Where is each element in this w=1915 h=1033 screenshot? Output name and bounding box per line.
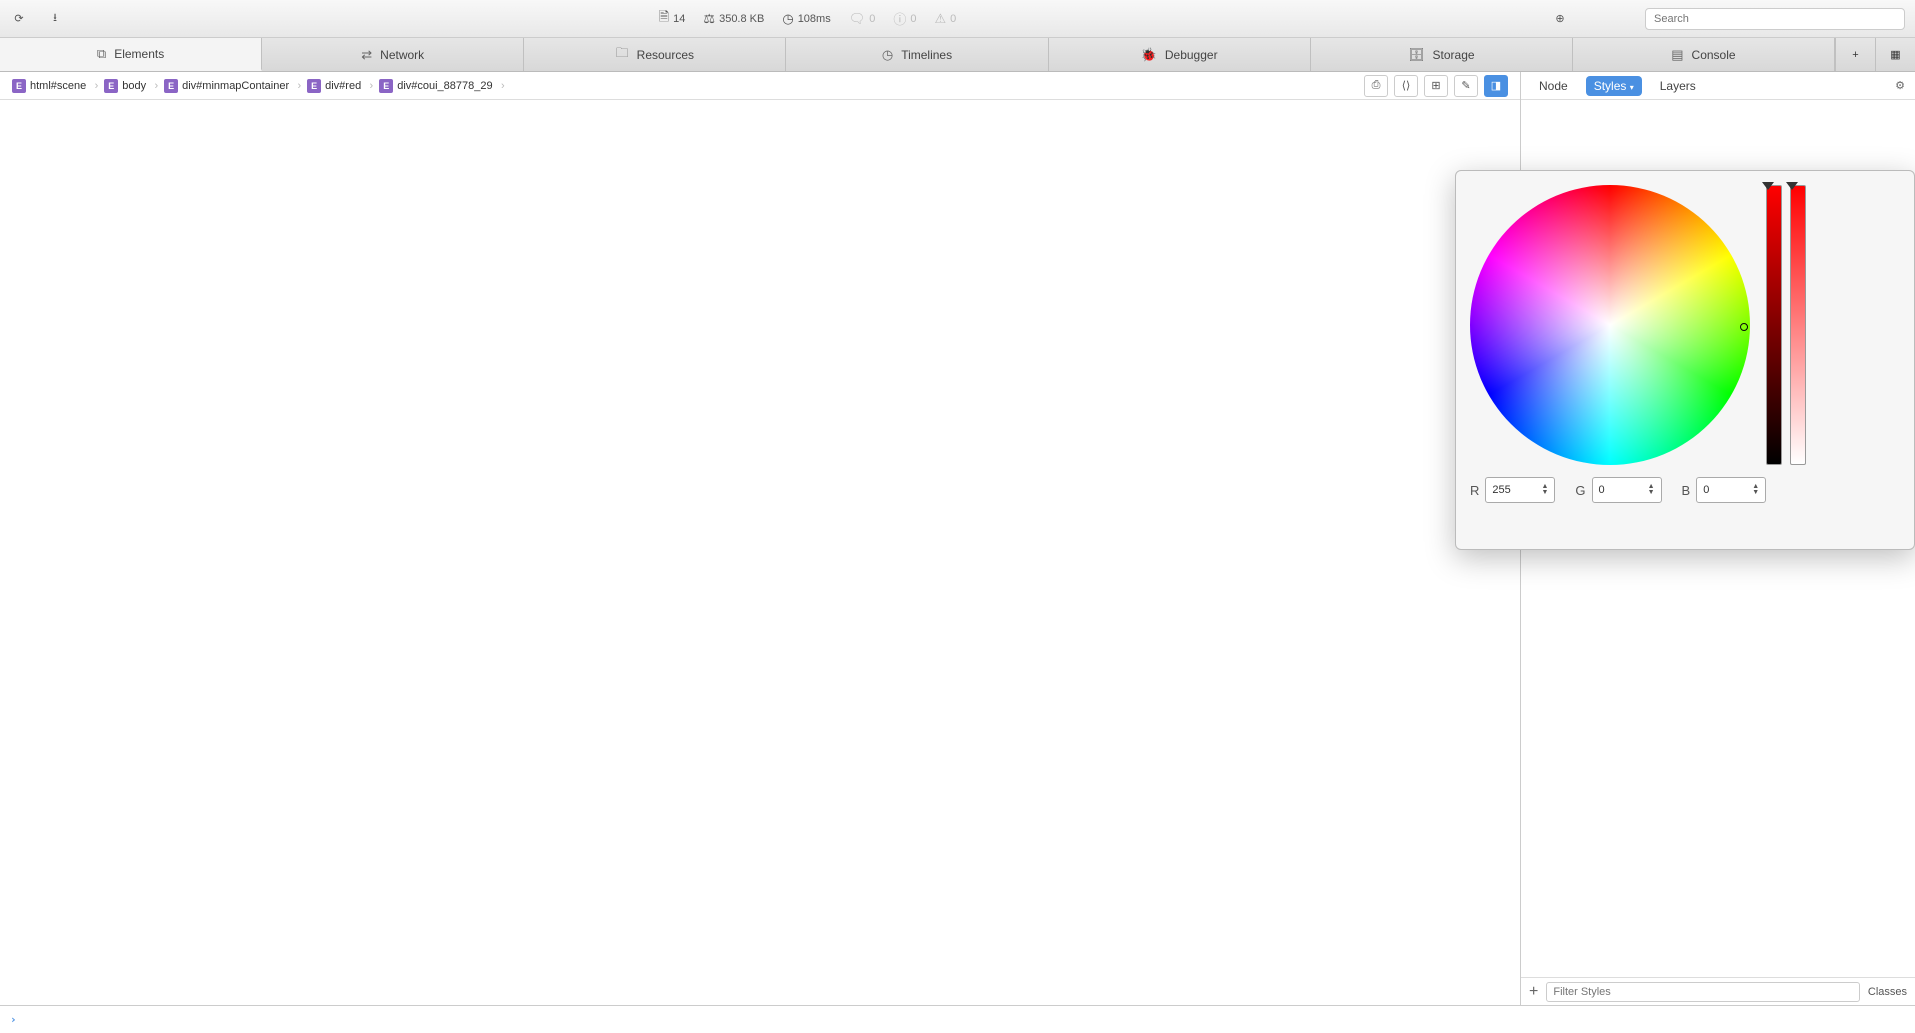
breadcrumb: Ehtml#scene Ebody Ediv#minmapContainer E… xyxy=(0,72,1520,100)
add-rule-button[interactable]: + xyxy=(1529,983,1538,1001)
elements-pane: Ehtml#scene Ebody Ediv#minmapContainer E… xyxy=(0,72,1520,1005)
tab-console[interactable]: ▤Console xyxy=(1573,38,1835,71)
filter-styles-input[interactable] xyxy=(1546,982,1860,1002)
r-label: R xyxy=(1470,483,1479,498)
color-wheel[interactable] xyxy=(1470,185,1750,465)
doc-count: 🗎14 xyxy=(659,8,686,30)
crumb-html[interactable]: Ehtml#scene xyxy=(6,77,96,95)
load-time: ◷108ms xyxy=(782,11,830,27)
tab-resources[interactable]: 🗀Resources xyxy=(524,38,786,71)
search-input[interactable] xyxy=(1645,8,1905,30)
tab-storage[interactable]: 🗄Storage xyxy=(1311,38,1573,71)
opacity-slider[interactable] xyxy=(1790,185,1806,465)
sidetab-node[interactable]: Node xyxy=(1531,76,1576,96)
crumb-circle[interactable]: Ediv#coui_88778_29 xyxy=(373,77,502,95)
download-icon[interactable]: ⭳ xyxy=(46,10,64,28)
tab-elements[interactable]: ⧉Elements xyxy=(0,38,262,71)
brightness-slider[interactable] xyxy=(1766,185,1782,465)
r-input[interactable]: 255▲▼ xyxy=(1485,477,1555,503)
g-label: G xyxy=(1575,483,1585,498)
grid-icon[interactable]: ⊞ xyxy=(1424,75,1448,97)
g-input[interactable]: 0▲▼ xyxy=(1592,477,1662,503)
panel-tabs: ⧉Elements ⇄Network 🗀Resources ◷Timelines… xyxy=(0,38,1915,72)
tabs-menu-button[interactable]: ▦ xyxy=(1875,38,1915,71)
code-icon[interactable]: ⟨⟩ xyxy=(1394,75,1418,97)
inspect-icon[interactable]: ⊕ xyxy=(1551,10,1569,28)
color-picker[interactable]: R 255▲▼ G 0▲▼ B 0▲▼ xyxy=(1455,170,1915,550)
b-input[interactable]: 0▲▼ xyxy=(1696,477,1766,503)
print-icon[interactable]: ⎙ xyxy=(1364,75,1388,97)
tab-timelines[interactable]: ◷Timelines xyxy=(786,38,1048,71)
crumb-minmap[interactable]: Ediv#minmapContainer xyxy=(158,77,299,95)
dom-tree[interactable] xyxy=(0,100,1520,1005)
sidetab-styles[interactable]: Styles ▾ xyxy=(1586,76,1642,96)
classes-button[interactable]: Classes xyxy=(1868,986,1907,998)
brush-icon[interactable]: ✎ xyxy=(1454,75,1478,97)
reload-icon[interactable]: ⟳ xyxy=(10,10,28,28)
b-label: B xyxy=(1682,483,1691,498)
crumb-red[interactable]: Ediv#red xyxy=(301,77,371,95)
gear-icon[interactable]: ⚙ xyxy=(1895,79,1905,92)
crumb-body[interactable]: Ebody xyxy=(98,77,156,95)
add-tab-button[interactable]: + xyxy=(1835,38,1875,71)
console-prompt[interactable]: › xyxy=(0,1005,1915,1033)
log-count: 🗨0 xyxy=(849,11,876,27)
sidetab-layers[interactable]: Layers xyxy=(1652,76,1704,96)
transfer-size: ⚖350.8 KB xyxy=(703,11,764,27)
warn-count: ⚠0 xyxy=(935,11,957,27)
error-count: ⓘ0 xyxy=(893,9,916,28)
top-toolbar: ⟳ ⭳ 🗎14 ⚖350.8 KB ◷108ms 🗨0 ⓘ0 ⚠0 ⊕ xyxy=(0,0,1915,38)
sidebar-toggle-icon[interactable]: ◨ xyxy=(1484,75,1508,97)
tab-network[interactable]: ⇄Network xyxy=(262,38,524,71)
tab-debugger[interactable]: 🐞Debugger xyxy=(1049,38,1311,71)
